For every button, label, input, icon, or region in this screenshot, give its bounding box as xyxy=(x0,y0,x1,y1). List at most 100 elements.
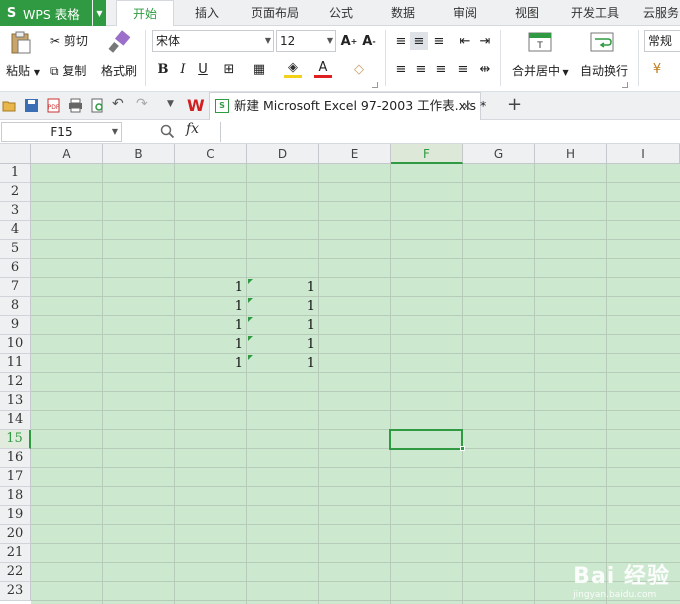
fill-handle[interactable] xyxy=(460,446,465,451)
tab-data[interactable]: 数据 xyxy=(382,0,424,26)
row-header-12[interactable]: 12 xyxy=(0,373,31,392)
row-header-10[interactable]: 10 xyxy=(0,335,31,354)
column-header-b[interactable]: B xyxy=(103,144,175,164)
currency-format-icon[interactable]: ¥ xyxy=(648,60,666,78)
decrease-indent-icon[interactable]: ⇤ xyxy=(456,32,474,50)
column-header-h[interactable]: H xyxy=(535,144,607,164)
row-header-17[interactable]: 17 xyxy=(0,468,31,487)
tab-developer[interactable]: 开发工具 xyxy=(564,0,626,26)
new-tab-button[interactable]: + xyxy=(507,94,522,115)
wrap-text-icon[interactable] xyxy=(590,32,614,52)
align-middle-icon[interactable]: ≡ xyxy=(410,32,428,50)
row-header-22[interactable]: 22 xyxy=(0,563,31,582)
italic-button[interactable]: I xyxy=(174,60,192,78)
row-header-8[interactable]: 8 xyxy=(0,297,31,316)
fill-pattern-icon[interactable]: ▦ xyxy=(250,60,268,78)
tab-cloud[interactable]: 云服务 xyxy=(638,0,680,26)
tab-page-layout[interactable]: 页面布局 xyxy=(244,0,306,26)
format-painter-icon[interactable] xyxy=(108,30,130,54)
select-all-corner[interactable] xyxy=(0,144,31,164)
cell-d9[interactable]: 1 xyxy=(247,318,315,333)
cut-button[interactable]: ✂ 剪切 xyxy=(50,32,88,49)
print-preview-icon[interactable] xyxy=(90,98,105,113)
borders-icon[interactable]: ⊞ xyxy=(220,60,238,78)
row-header-4[interactable]: 4 xyxy=(0,221,31,240)
selected-cell-outline[interactable] xyxy=(389,429,463,450)
justify-icon[interactable]: ≡ xyxy=(454,60,472,78)
zoom-search-icon[interactable] xyxy=(160,124,175,139)
cell-d11[interactable]: 1 xyxy=(247,356,315,371)
decrease-font-icon[interactable]: A- xyxy=(360,32,378,50)
print-icon[interactable] xyxy=(68,98,83,113)
wrap-text-button[interactable]: 自动换行 xyxy=(580,62,628,79)
paste-button[interactable]: 粘贴 ▼ xyxy=(6,62,40,79)
cell-c11[interactable]: 1 xyxy=(175,356,243,371)
column-header-g[interactable]: G xyxy=(463,144,535,164)
distributed-align-icon[interactable]: ⇹ xyxy=(476,60,494,78)
font-size-select[interactable]: 12 ▼ xyxy=(276,30,336,52)
export-pdf-icon[interactable]: PDF xyxy=(46,98,61,113)
column-header-i[interactable]: I xyxy=(607,144,680,164)
save-icon[interactable] xyxy=(24,98,39,113)
cell-c10[interactable]: 1 xyxy=(175,337,243,352)
copy-button[interactable]: ⧉ 复制 xyxy=(50,62,86,79)
cell-c9[interactable]: 1 xyxy=(175,318,243,333)
cell-d7[interactable]: 1 xyxy=(247,280,315,295)
row-header-16[interactable]: 16 xyxy=(0,449,31,468)
alignment-dialog-launcher-icon[interactable] xyxy=(622,82,628,88)
format-painter-button[interactable]: 格式刷 xyxy=(101,62,137,79)
clear-format-icon[interactable]: ◇ xyxy=(350,60,368,78)
number-format-select[interactable]: 常规 xyxy=(644,30,680,52)
column-header-f[interactable]: F xyxy=(391,144,463,164)
row-header-18[interactable]: 18 xyxy=(0,487,31,506)
row-header-3[interactable]: 3 xyxy=(0,202,31,221)
column-header-e[interactable]: E xyxy=(319,144,391,164)
increase-font-icon[interactable]: A + xyxy=(340,32,358,50)
redo-icon[interactable]: ↷ xyxy=(136,96,148,112)
row-header-2[interactable]: 2 xyxy=(0,183,31,202)
undo-icon[interactable]: ↶ xyxy=(112,96,124,112)
insert-function-button[interactable]: fx xyxy=(186,121,199,137)
merge-center-icon[interactable]: T xyxy=(528,32,552,52)
row-header-21[interactable]: 21 xyxy=(0,544,31,563)
column-header-c[interactable]: C xyxy=(175,144,247,164)
row-header-20[interactable]: 20 xyxy=(0,525,31,544)
row-header-5[interactable]: 5 xyxy=(0,240,31,259)
align-center-icon[interactable]: ≡ xyxy=(412,60,430,78)
app-menu-button[interactable]: S WPS 表格 xyxy=(0,0,92,26)
underline-button[interactable]: U xyxy=(194,60,212,78)
app-menu-dropdown-icon[interactable]: ▼ xyxy=(93,0,106,26)
row-header-23[interactable]: 23 xyxy=(0,582,31,601)
tab-formulas[interactable]: 公式 xyxy=(320,0,362,26)
column-header-d[interactable]: D xyxy=(247,144,319,164)
merge-center-button[interactable]: 合并居中 ▼ xyxy=(512,62,569,79)
fill-color-icon[interactable]: ◈ xyxy=(284,60,302,78)
align-right-icon[interactable]: ≡ xyxy=(432,60,450,78)
row-header-9[interactable]: 9 xyxy=(0,316,31,335)
column-header-a[interactable]: A xyxy=(31,144,103,164)
cell-d10[interactable]: 1 xyxy=(247,337,315,352)
row-header-19[interactable]: 19 xyxy=(0,506,31,525)
align-top-icon[interactable]: ≡ xyxy=(392,32,410,50)
tab-review[interactable]: 审阅 xyxy=(444,0,486,26)
close-tab-icon[interactable]: × xyxy=(462,93,472,119)
tab-insert[interactable]: 插入 xyxy=(186,0,228,26)
tab-home[interactable]: 开始 xyxy=(116,0,174,27)
cells-area[interactable]: 1111111111 xyxy=(31,164,680,604)
open-folder-icon[interactable] xyxy=(2,98,17,113)
increase-indent-icon[interactable]: ⇥ xyxy=(476,32,494,50)
cell-c8[interactable]: 1 xyxy=(175,299,243,314)
name-box[interactable]: F15 ▼ xyxy=(1,122,122,142)
align-left-icon[interactable]: ≡ xyxy=(392,60,410,78)
align-bottom-icon[interactable]: ≡ xyxy=(430,32,448,50)
font-dialog-launcher-icon[interactable] xyxy=(372,82,378,88)
row-header-13[interactable]: 13 xyxy=(0,392,31,411)
formula-input[interactable] xyxy=(220,122,680,142)
paste-icon[interactable] xyxy=(10,31,32,55)
row-header-1[interactable]: 1 xyxy=(0,164,31,183)
font-color-icon[interactable]: A xyxy=(314,60,332,78)
wps-home-icon[interactable]: W xyxy=(187,96,205,115)
row-header-14[interactable]: 14 xyxy=(0,411,31,430)
cell-c7[interactable]: 1 xyxy=(175,280,243,295)
row-header-7[interactable]: 7 xyxy=(0,278,31,297)
